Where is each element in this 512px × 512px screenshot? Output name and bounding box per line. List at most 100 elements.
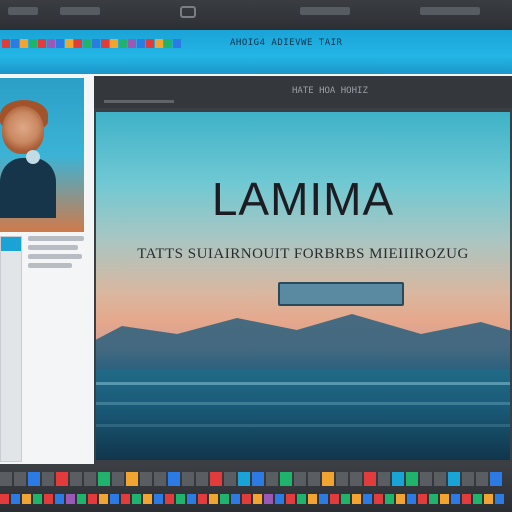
tab-icon[interactable] [146, 39, 154, 48]
taskbar-app-icon[interactable] [396, 494, 405, 504]
taskbar-app-icon[interactable] [350, 472, 362, 486]
taskbar-app-icon[interactable] [385, 494, 394, 504]
taskbar-app-icon[interactable] [420, 472, 432, 486]
menu-placeholder[interactable] [420, 7, 480, 15]
taskbar-app-icon[interactable] [406, 472, 418, 486]
address-bar[interactable]: HATE HOA HOHIZ [292, 86, 368, 96]
taskbar-icons-secondary[interactable] [0, 494, 504, 504]
taskbar-app-icon[interactable] [110, 494, 119, 504]
taskbar-app-icon[interactable] [280, 472, 292, 486]
tab-icon[interactable] [47, 39, 55, 48]
taskbar-app-icon[interactable] [154, 494, 163, 504]
taskbar-app-icon[interactable] [253, 494, 262, 504]
window-menu-icon[interactable] [180, 6, 196, 18]
tab-icon[interactable] [164, 39, 172, 48]
taskbar-app-icon[interactable] [187, 494, 196, 504]
taskbar-app-icon[interactable] [495, 494, 504, 504]
taskbar-app-icon[interactable] [286, 494, 295, 504]
taskbar-app-icon[interactable] [209, 494, 218, 504]
taskbar-app-icon[interactable] [0, 472, 12, 486]
taskbar-app-icon[interactable] [462, 494, 471, 504]
taskbar-app-icon[interactable] [126, 472, 138, 486]
taskbar-app-icon[interactable] [440, 494, 449, 504]
taskbar-app-icon[interactable] [88, 494, 97, 504]
tab-icon[interactable] [173, 39, 181, 48]
profile-card[interactable] [0, 78, 84, 232]
tab-icon[interactable] [128, 39, 136, 48]
taskbar-app-icon[interactable] [165, 494, 174, 504]
taskbar-app-icon[interactable] [196, 472, 208, 486]
taskbar-app-icon[interactable] [99, 494, 108, 504]
tab-icon[interactable] [119, 39, 127, 48]
tab-icon[interactable] [29, 39, 37, 48]
tab-icon[interactable] [92, 39, 100, 48]
taskbar-app-icon[interactable] [224, 472, 236, 486]
taskbar-app-icon[interactable] [319, 494, 328, 504]
taskbar-app-icon[interactable] [182, 472, 194, 486]
taskbar-app-icon[interactable] [98, 472, 110, 486]
taskbar-app-icon[interactable] [154, 472, 166, 486]
taskbar-app-icon[interactable] [322, 472, 334, 486]
taskbar-app-icon[interactable] [198, 494, 207, 504]
taskbar-app-icon[interactable] [84, 472, 96, 486]
taskbar-app-icon[interactable] [275, 494, 284, 504]
taskbar-app-icon[interactable] [473, 494, 482, 504]
taskbar-app-icon[interactable] [490, 472, 502, 486]
tab-icon[interactable] [38, 39, 46, 48]
taskbar-app-icon[interactable] [308, 494, 317, 504]
tab-icon[interactable] [11, 39, 19, 48]
camera-icon[interactable] [26, 150, 40, 164]
tab-icon[interactable] [20, 39, 28, 48]
taskbar-app-icon[interactable] [70, 472, 82, 486]
taskbar-app-icon[interactable] [176, 494, 185, 504]
taskbar-app-icon[interactable] [0, 494, 9, 504]
taskbar-app-icon[interactable] [330, 494, 339, 504]
taskbar-app-icon[interactable] [33, 494, 42, 504]
taskbar-app-icon[interactable] [294, 472, 306, 486]
taskbar-app-icon[interactable] [44, 494, 53, 504]
taskbar-app-icon[interactable] [264, 494, 273, 504]
menu-placeholder[interactable] [8, 7, 38, 15]
tab-icon[interactable] [83, 39, 91, 48]
taskbar-app-icon[interactable] [238, 472, 250, 486]
taskbar-app-icon[interactable] [336, 472, 348, 486]
taskbar-app-icon[interactable] [132, 494, 141, 504]
taskbar-app-icon[interactable] [374, 494, 383, 504]
taskbar-app-icon[interactable] [341, 494, 350, 504]
taskbar-app-icon[interactable] [407, 494, 416, 504]
tab-icon[interactable] [137, 39, 145, 48]
taskbar-app-icon[interactable] [378, 472, 390, 486]
taskbar-app-icon[interactable] [364, 472, 376, 486]
taskbar-app-icon[interactable] [11, 494, 20, 504]
tab-icon[interactable] [101, 39, 109, 48]
tab-icons[interactable] [2, 39, 181, 48]
tab-strip-text[interactable]: AHOIG4 ADIEVWE TAIR [230, 38, 342, 48]
taskbar-app-icon[interactable] [14, 472, 26, 486]
taskbar-app-icon[interactable] [112, 472, 124, 486]
tab-icon[interactable] [56, 39, 64, 48]
taskbar-app-icon[interactable] [451, 494, 460, 504]
taskbar-app-icon[interactable] [429, 494, 438, 504]
taskbar-app-icon[interactable] [22, 494, 31, 504]
taskbar-app-icon[interactable] [484, 494, 493, 504]
taskbar-app-icon[interactable] [476, 472, 488, 486]
taskbar-app-icon[interactable] [297, 494, 306, 504]
taskbar-app-icon[interactable] [308, 472, 320, 486]
taskbar-app-icon[interactable] [363, 494, 372, 504]
taskbar-app-icon[interactable] [66, 494, 75, 504]
taskbar-icons[interactable] [0, 472, 502, 486]
taskbar-app-icon[interactable] [352, 494, 361, 504]
menu-placeholder[interactable] [60, 7, 100, 15]
taskbar-app-icon[interactable] [434, 472, 446, 486]
taskbar-app-icon[interactable] [448, 472, 460, 486]
taskbar-app-icon[interactable] [220, 494, 229, 504]
hero-input[interactable] [278, 282, 404, 306]
taskbar-app-icon[interactable] [42, 472, 54, 486]
taskbar-app-icon[interactable] [140, 472, 152, 486]
taskbar-app-icon[interactable] [242, 494, 251, 504]
taskbar-app-icon[interactable] [56, 472, 68, 486]
tab-icon[interactable] [2, 39, 10, 48]
tab-icon[interactable] [110, 39, 118, 48]
tab-icon[interactable] [74, 39, 82, 48]
taskbar-app-icon[interactable] [210, 472, 222, 486]
